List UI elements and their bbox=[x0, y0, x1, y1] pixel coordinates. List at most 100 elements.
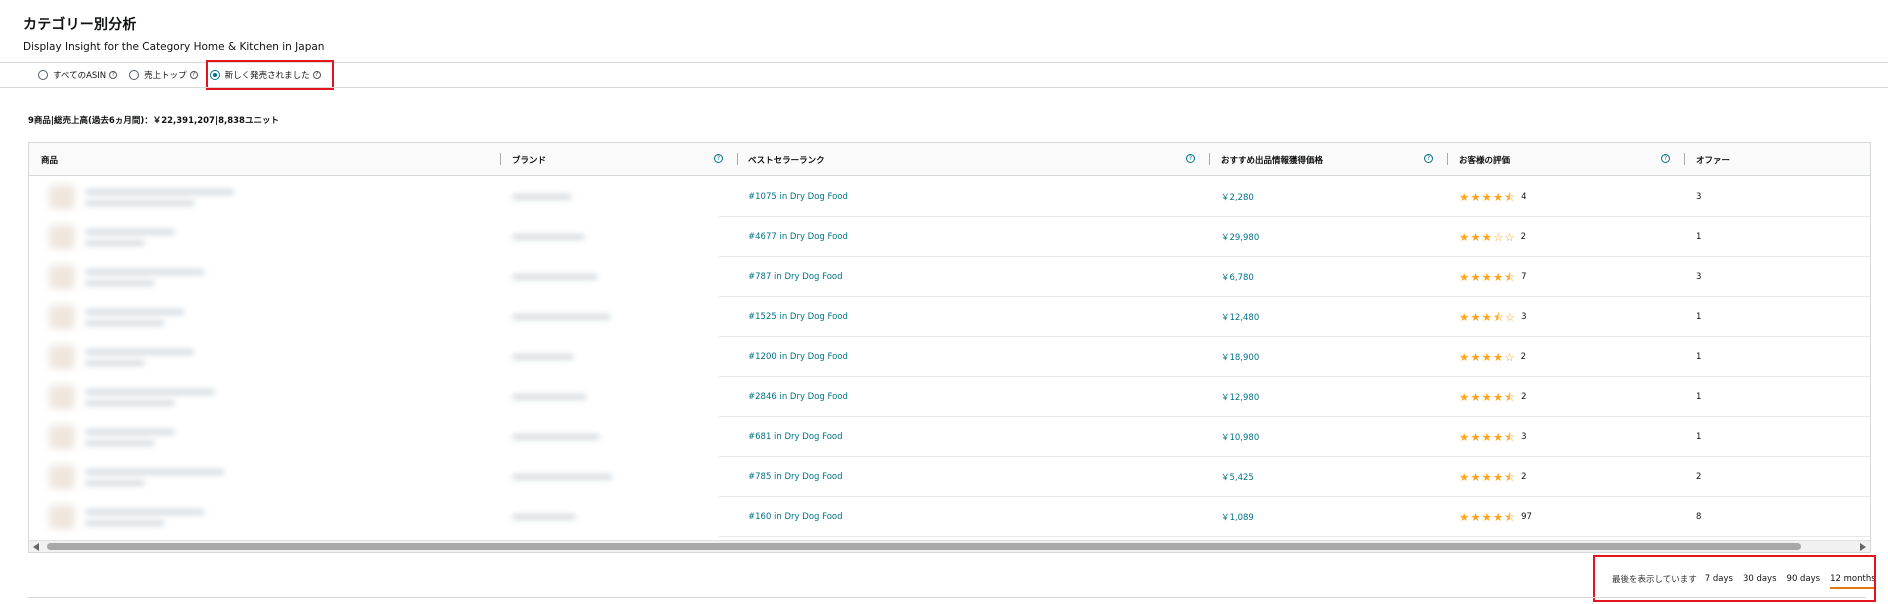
radio-circle-icon[interactable] bbox=[38, 70, 48, 80]
best-seller-rank-link[interactable]: #681 in Dry Dog Food bbox=[748, 417, 843, 457]
brand-blurred[interactable] bbox=[512, 474, 613, 480]
star-icon: ★ bbox=[1459, 389, 1470, 404]
star-icon: ★ bbox=[1492, 509, 1504, 524]
best-seller-rank-link[interactable]: #2846 in Dry Dog Food bbox=[748, 377, 848, 417]
featured-offer-price: ￥12,480 bbox=[1221, 313, 1260, 323]
star-icon: ★ bbox=[1481, 189, 1492, 204]
product-title-blurred[interactable] bbox=[85, 429, 175, 435]
customer-rating[interactable]: ★ ★ ★ ★ ⯪ 4 bbox=[1459, 177, 1527, 217]
column-header-featured-offer-price[interactable]: おすすめ出品情報獲得価格 bbox=[1221, 143, 1323, 176]
rating-count: 97 bbox=[1521, 512, 1532, 522]
best-seller-rank-link[interactable]: #785 in Dry Dog Food bbox=[748, 457, 843, 497]
rating-count: 2 bbox=[1520, 232, 1526, 242]
scrollbar-thumb[interactable] bbox=[47, 543, 1801, 550]
best-seller-rank-link[interactable]: #4677 in Dry Dog Food bbox=[748, 217, 848, 257]
best-seller-rank-link[interactable]: #787 in Dry Dog Food bbox=[748, 257, 843, 297]
column-header-offers[interactable]: オファー bbox=[1696, 143, 1730, 176]
product-image[interactable] bbox=[49, 305, 75, 329]
help-icon[interactable]: ? bbox=[189, 71, 198, 79]
column-separator[interactable] bbox=[1447, 153, 1448, 165]
brand-blurred[interactable] bbox=[512, 434, 600, 440]
product-title-blurred[interactable] bbox=[85, 269, 205, 275]
star-icon: ☆ bbox=[1492, 229, 1504, 244]
help-icon[interactable]: ? bbox=[1186, 154, 1195, 163]
rating-stars: ★ ★ ★ ★ ⯪ bbox=[1459, 271, 1516, 283]
rating-count: 2 bbox=[1520, 352, 1526, 362]
radio-circle-icon[interactable] bbox=[129, 70, 140, 80]
customer-rating[interactable]: ★ ★ ★ ★ ⯪ 2 bbox=[1459, 457, 1527, 497]
rating-count: 3 bbox=[1521, 312, 1527, 322]
customer-rating[interactable]: ★ ★ ★ ★ ⯪ 2 bbox=[1459, 377, 1527, 417]
help-icon[interactable]: ? bbox=[714, 154, 723, 163]
brand-blurred[interactable] bbox=[512, 194, 572, 200]
customer-rating[interactable]: ★ ★ ★ ★ ⯪ 3 bbox=[1459, 417, 1527, 457]
scroll-right-icon[interactable] bbox=[1860, 543, 1866, 551]
product-image[interactable] bbox=[49, 465, 75, 489]
offer-count: 3 bbox=[1696, 272, 1702, 282]
star-icon: ★ bbox=[1481, 229, 1492, 244]
best-seller-rank-link[interactable]: #1075 in Dry Dog Food bbox=[748, 177, 848, 217]
customer-rating[interactable]: ★ ★ ★ ★ ⯪ 7 bbox=[1459, 257, 1527, 297]
product-title-blurred[interactable] bbox=[85, 189, 235, 195]
product-image[interactable] bbox=[49, 425, 75, 449]
help-icon[interactable]: ? bbox=[1424, 154, 1433, 163]
offer-count: 3 bbox=[1696, 192, 1702, 202]
product-title-blurred[interactable] bbox=[85, 509, 205, 515]
product-image[interactable] bbox=[49, 265, 75, 289]
table-row: #4677 in Dry Dog Food ￥29,980 ★ ★ ★ ☆ ☆ 2 1 bbox=[29, 217, 1870, 257]
featured-offer-price: ￥2,280 bbox=[1221, 193, 1254, 203]
product-title-blurred[interactable] bbox=[85, 349, 195, 355]
star-icon: ★ bbox=[1470, 509, 1481, 524]
page-header: カテゴリー別分析 Display Insight for the Categor… bbox=[23, 14, 324, 53]
product-image[interactable] bbox=[49, 385, 75, 409]
product-title-blurred[interactable] bbox=[85, 229, 175, 235]
best-seller-rank-link[interactable]: #160 in Dry Dog Food bbox=[748, 497, 843, 537]
brand-blurred[interactable] bbox=[512, 234, 585, 240]
column-header-customer-rating[interactable]: お客様の評価 bbox=[1459, 143, 1510, 176]
help-icon[interactable]: ? bbox=[1661, 154, 1670, 163]
star-icon: ★ bbox=[1470, 309, 1481, 324]
product-image[interactable] bbox=[49, 345, 75, 369]
star-icon: ☆ bbox=[1504, 309, 1516, 324]
customer-rating[interactable]: ★ ★ ★ ★ ☆ 2 bbox=[1459, 337, 1526, 377]
brand-blurred[interactable] bbox=[512, 354, 574, 360]
star-icon: ★ bbox=[1459, 429, 1470, 444]
customer-rating[interactable]: ★ ★ ★ ☆ ☆ 2 bbox=[1459, 217, 1526, 257]
horizontal-scrollbar[interactable] bbox=[29, 540, 1870, 552]
rating-count: 2 bbox=[1521, 392, 1527, 402]
highlight-box bbox=[206, 60, 334, 90]
product-title-blurred[interactable] bbox=[85, 309, 185, 315]
product-image[interactable] bbox=[49, 185, 75, 209]
customer-rating[interactable]: ★ ★ ★ ★ ⯪ 97 bbox=[1459, 497, 1532, 537]
brand-blurred[interactable] bbox=[512, 314, 611, 320]
product-title-blurred[interactable] bbox=[85, 389, 215, 395]
brand-blurred[interactable] bbox=[512, 394, 587, 400]
column-separator[interactable] bbox=[1684, 153, 1685, 165]
star-icon: ★ bbox=[1492, 389, 1504, 404]
product-title-blurred[interactable] bbox=[85, 469, 225, 475]
product-image[interactable] bbox=[49, 225, 75, 249]
table-row: #681 in Dry Dog Food ￥10,980 ★ ★ ★ ★ ⯪ 3 1 bbox=[29, 417, 1870, 457]
best-seller-rank-link[interactable]: #1200 in Dry Dog Food bbox=[748, 337, 848, 377]
best-seller-rank-link[interactable]: #1525 in Dry Dog Food bbox=[748, 297, 848, 337]
star-icon: ⯪ bbox=[1504, 429, 1516, 444]
divider bbox=[28, 597, 1866, 598]
product-image[interactable] bbox=[49, 505, 75, 529]
rating-stars: ★ ★ ★ ⯪ ☆ bbox=[1459, 309, 1516, 324]
featured-offer-price: ￥12,980 bbox=[1221, 393, 1260, 403]
scroll-left-icon[interactable] bbox=[33, 543, 39, 551]
column-header-best-seller-rank[interactable]: ベストセラーランク bbox=[748, 143, 825, 176]
brand-blurred[interactable] bbox=[512, 274, 598, 280]
column-separator[interactable] bbox=[500, 153, 501, 165]
featured-offer-price: ￥29,980 bbox=[1221, 233, 1260, 243]
featured-offer-price: ￥1,089 bbox=[1221, 513, 1254, 523]
column-separator[interactable] bbox=[1209, 153, 1210, 165]
radio-all-asin[interactable]: すべてのASIN ? bbox=[38, 69, 118, 81]
column-separator[interactable] bbox=[737, 153, 738, 165]
column-header-brand[interactable]: ブランド bbox=[512, 143, 546, 176]
customer-rating[interactable]: ★ ★ ★ ⯪ ☆ 3 bbox=[1459, 297, 1527, 337]
column-header-product[interactable]: 商品 bbox=[41, 143, 58, 176]
help-icon[interactable]: ? bbox=[109, 71, 118, 79]
radio-top-sellers[interactable]: 売上トップ ? bbox=[129, 69, 198, 81]
brand-blurred[interactable] bbox=[512, 514, 576, 520]
